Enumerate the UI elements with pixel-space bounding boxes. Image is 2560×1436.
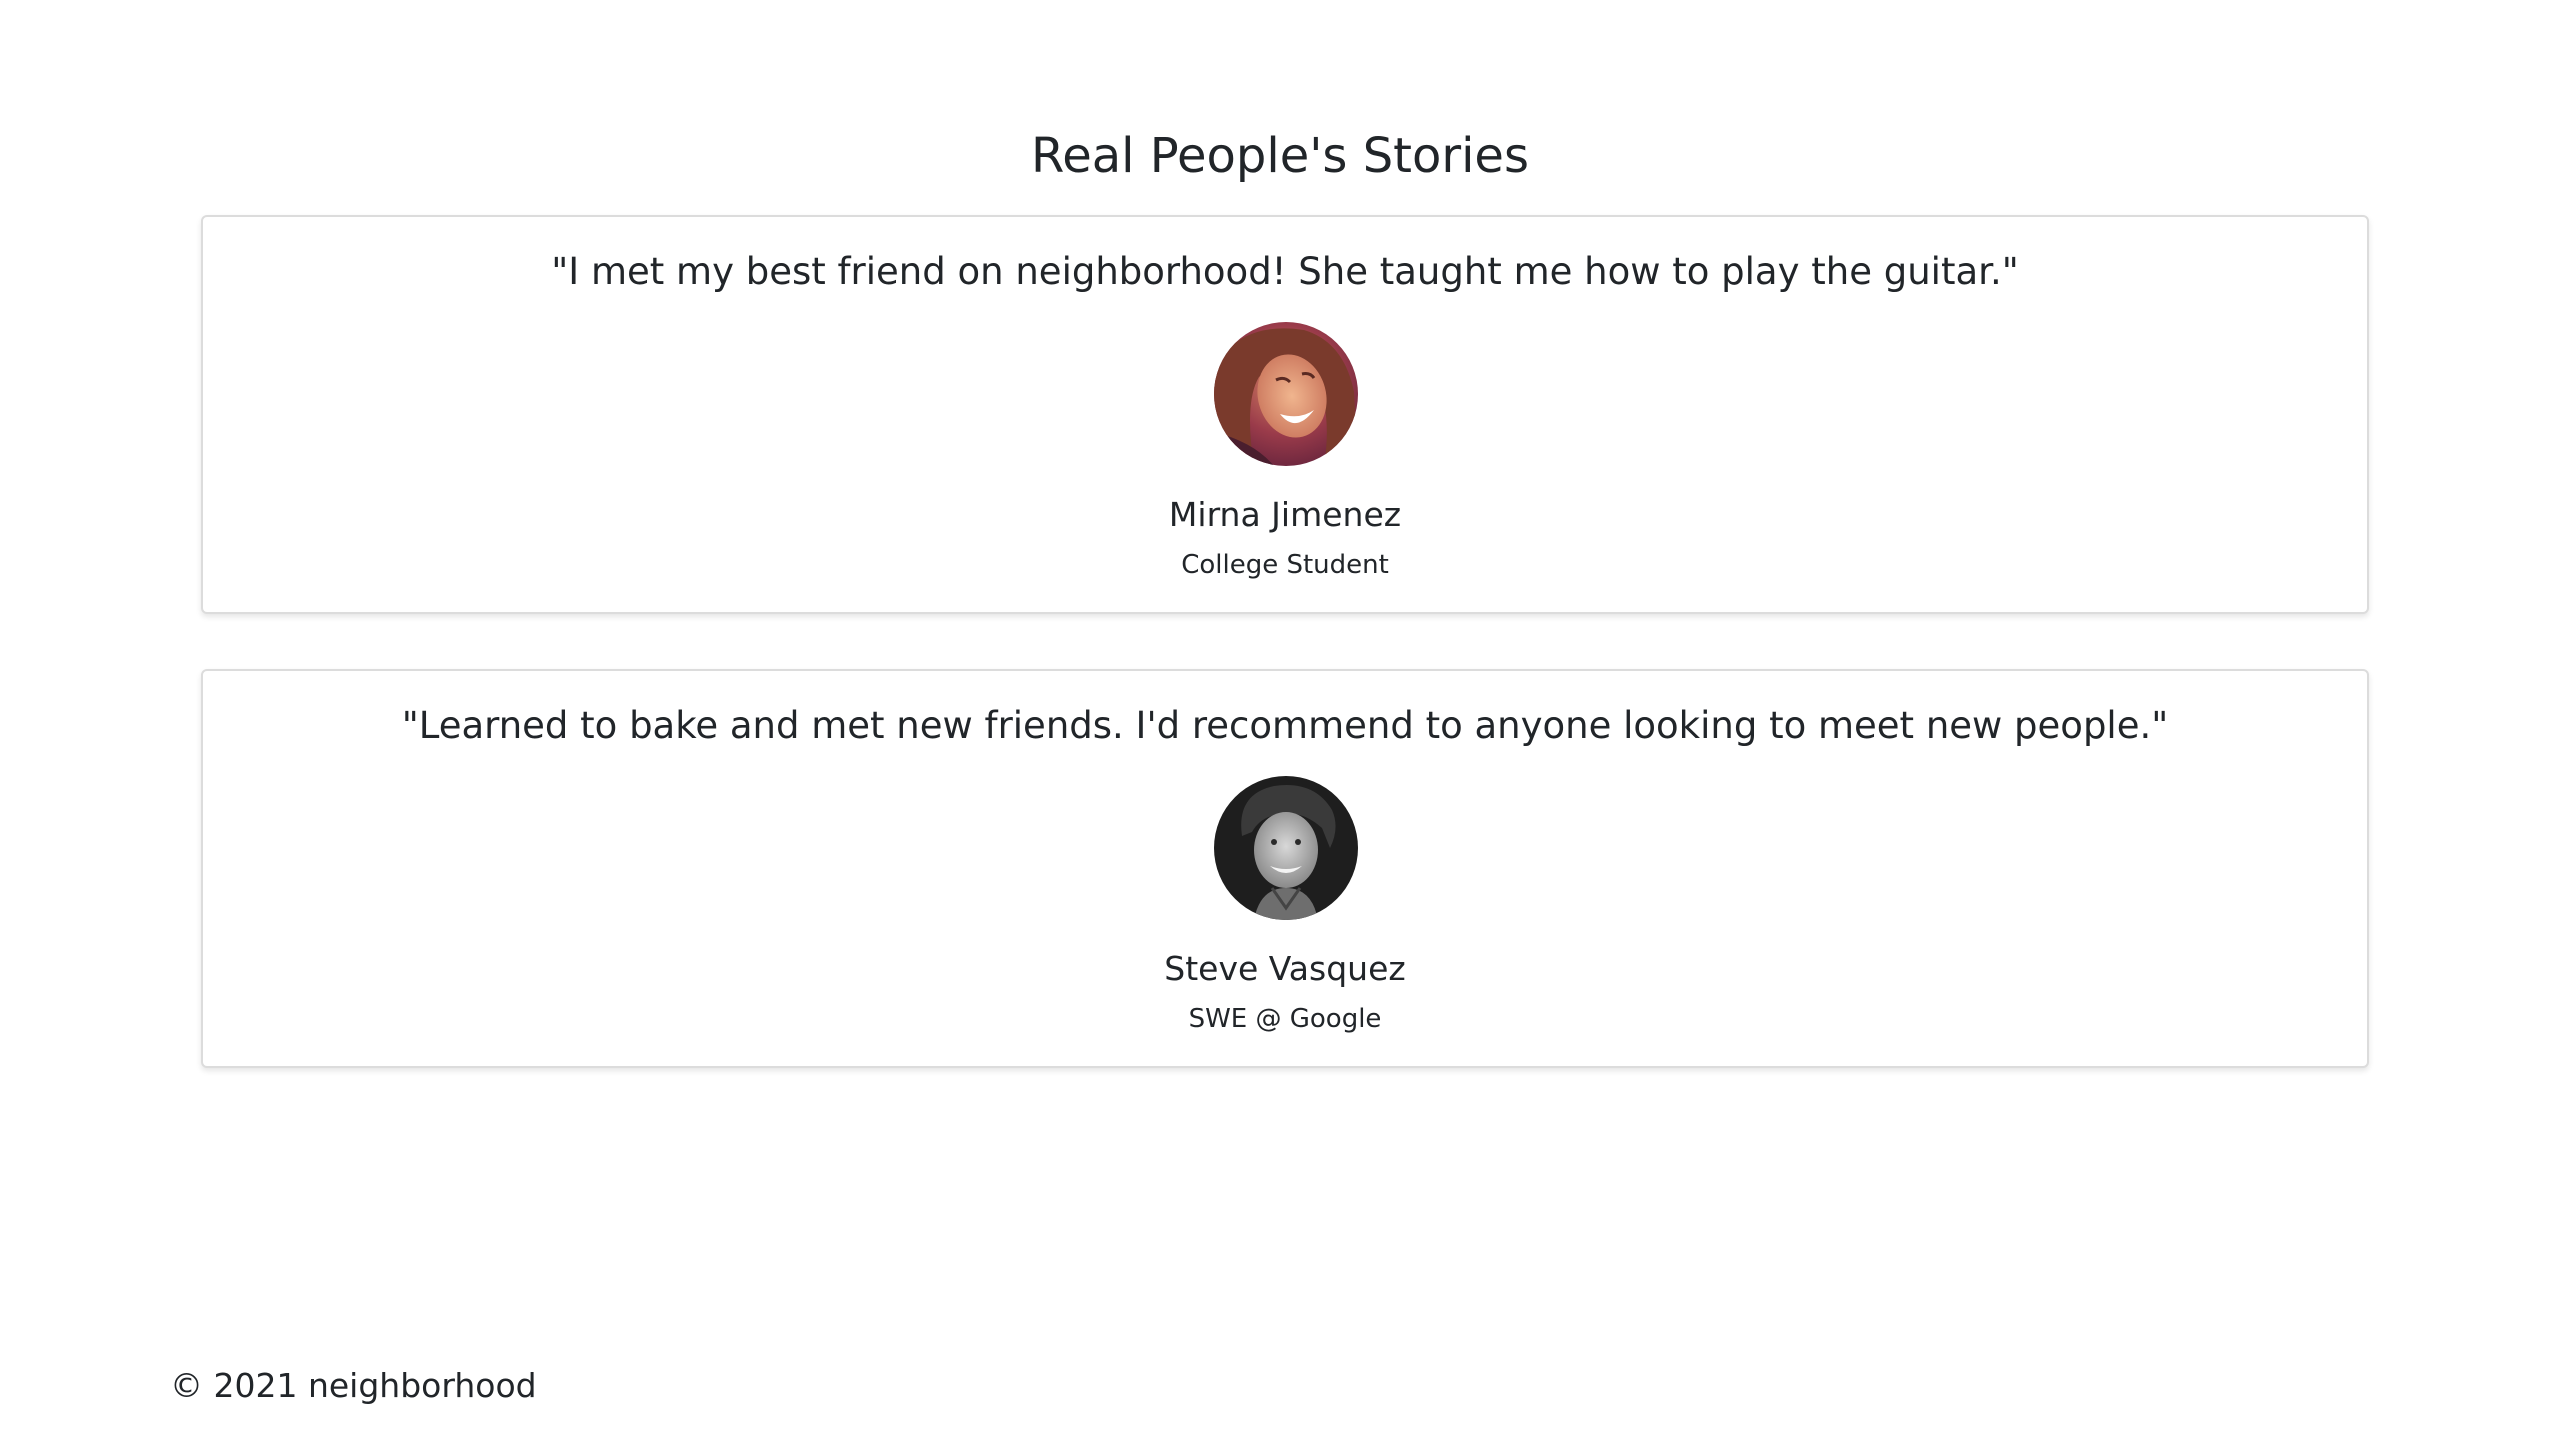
footer-copyright: © 2021 neighborhood [170, 1366, 537, 1405]
avatar [1214, 322, 1358, 466]
testimonial-name: Steve Vasquez [1164, 949, 1406, 988]
testimonial-quote: "Learned to bake and met new friends. I'… [401, 704, 2169, 747]
testimonial-card: "Learned to bake and met new friends. I'… [201, 669, 2369, 1068]
page: Real People's Stories "I met my best fri… [0, 0, 2560, 1436]
testimonial-role: SWE @ Google [1188, 1004, 1382, 1034]
page-title: Real People's Stories [1031, 128, 1529, 185]
testimonial-card: "I met my best friend on neighborhood! S… [201, 215, 2369, 614]
testimonial-name: Mirna Jimenez [1168, 495, 1402, 534]
testimonial-quote: "I met my best friend on neighborhood! S… [551, 250, 2019, 293]
testimonial-role: College Student [1181, 550, 1389, 580]
avatar [1214, 776, 1358, 920]
